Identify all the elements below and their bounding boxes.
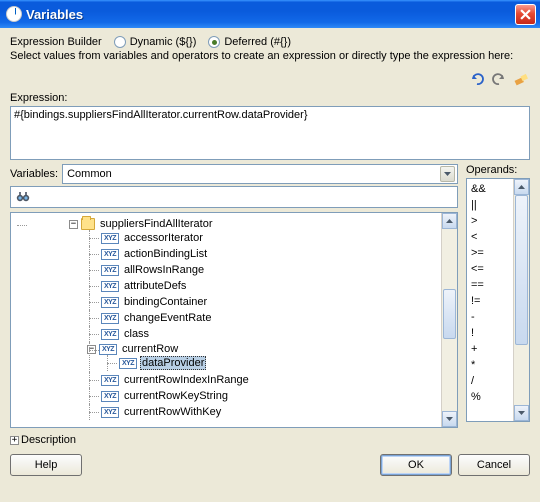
scroll-up-icon[interactable] bbox=[442, 213, 457, 229]
description-label: Description bbox=[21, 434, 76, 446]
variables-scope-combo[interactable]: Common bbox=[62, 164, 458, 184]
close-button[interactable] bbox=[515, 4, 536, 25]
tree-node[interactable]: XYZallRowsInRange bbox=[101, 262, 441, 278]
redo-icon bbox=[491, 72, 507, 86]
operand-item[interactable]: == bbox=[471, 277, 509, 293]
app-icon bbox=[6, 6, 22, 22]
tree-node-root[interactable]: − suppliersFindAllIterator XYZaccessorIt… bbox=[29, 217, 441, 421]
operands-label: Operands: bbox=[466, 164, 530, 176]
window-title: Variables bbox=[26, 7, 515, 22]
operand-item[interactable]: / bbox=[471, 373, 509, 389]
ok-button[interactable]: OK bbox=[380, 454, 452, 476]
expression-label: Expression: bbox=[10, 92, 530, 104]
tree-node-currentrow[interactable]: − XYZ currentRow XYZdataProvider bbox=[101, 342, 441, 372]
property-icon: XYZ bbox=[101, 233, 119, 244]
tree-node[interactable]: XYZattributeDefs bbox=[101, 278, 441, 294]
folder-icon bbox=[81, 218, 95, 230]
tree-scrollbar[interactable] bbox=[441, 213, 457, 427]
scroll-down-icon[interactable] bbox=[442, 411, 457, 427]
operand-item[interactable]: < bbox=[471, 229, 509, 245]
dynamic-radio-label: Dynamic (${}) bbox=[130, 36, 197, 48]
operand-item[interactable]: > bbox=[471, 213, 509, 229]
dynamic-radio[interactable] bbox=[114, 36, 126, 48]
title-bar: Variables bbox=[0, 0, 540, 28]
expression-builder-label: Expression Builder bbox=[10, 36, 102, 48]
operand-item[interactable]: <= bbox=[471, 261, 509, 277]
property-icon: XYZ bbox=[101, 329, 119, 340]
tree-label: suppliersFindAllIterator bbox=[98, 218, 215, 230]
operand-item[interactable]: + bbox=[471, 341, 509, 357]
clear-button[interactable] bbox=[512, 70, 530, 88]
property-icon: XYZ bbox=[101, 281, 119, 292]
cancel-button[interactable]: Cancel bbox=[458, 454, 530, 476]
builder-hint: Select values from variables and operato… bbox=[10, 50, 530, 62]
operand-item[interactable]: * bbox=[471, 357, 509, 373]
operand-item[interactable]: ! bbox=[471, 325, 509, 341]
operand-item[interactable]: && bbox=[471, 181, 509, 197]
tree-node[interactable]: XYZcurrentRowKeyString bbox=[101, 388, 441, 404]
variables-label: Variables: bbox=[10, 168, 58, 180]
operands-list[interactable]: && || > < >= <= == != - ! + * / % bbox=[466, 178, 530, 422]
help-button[interactable]: Help bbox=[10, 454, 82, 476]
tree-node[interactable]: XYZactionBindingList bbox=[101, 246, 441, 262]
property-icon: XYZ bbox=[101, 297, 119, 308]
property-icon: XYZ bbox=[101, 407, 119, 418]
property-icon: XYZ bbox=[101, 265, 119, 276]
property-icon: XYZ bbox=[119, 358, 137, 369]
close-icon bbox=[520, 9, 531, 20]
property-icon: XYZ bbox=[101, 375, 119, 386]
undo-icon bbox=[469, 72, 485, 86]
operands-scrollbar[interactable] bbox=[513, 179, 529, 421]
property-icon: XYZ bbox=[101, 391, 119, 402]
operand-item[interactable]: >= bbox=[471, 245, 509, 261]
property-icon: XYZ bbox=[101, 249, 119, 260]
scroll-down-icon[interactable] bbox=[514, 405, 529, 421]
operand-item[interactable]: - bbox=[471, 309, 509, 325]
tree-node[interactable]: XYZclass bbox=[101, 326, 441, 342]
tree-node[interactable]: XYZcurrentRowIndexInRange bbox=[101, 372, 441, 388]
redo-button[interactable] bbox=[490, 70, 508, 88]
tree-node[interactable]: XYZaccessorIterator bbox=[101, 230, 441, 246]
property-icon: XYZ bbox=[99, 344, 117, 355]
scroll-up-icon[interactable] bbox=[514, 179, 529, 195]
expand-icon: + bbox=[10, 436, 19, 445]
undo-button[interactable] bbox=[468, 70, 486, 88]
chevron-down-icon bbox=[440, 166, 455, 182]
operand-item[interactable]: || bbox=[471, 197, 509, 213]
binoculars-icon bbox=[15, 189, 31, 205]
description-toggle[interactable]: + Description bbox=[10, 434, 530, 446]
eraser-icon bbox=[513, 72, 529, 86]
tree-node[interactable]: XYZcurrentRowWithKey bbox=[101, 404, 441, 420]
operand-item[interactable]: != bbox=[471, 293, 509, 309]
property-icon: XYZ bbox=[101, 313, 119, 324]
deferred-radio[interactable] bbox=[208, 36, 220, 48]
collapse-icon[interactable]: − bbox=[69, 220, 78, 229]
tree-node[interactable]: XYZbindingContainer bbox=[101, 294, 441, 310]
expression-builder-row: Expression Builder Dynamic (${}) Deferre… bbox=[10, 36, 530, 48]
collapse-icon[interactable]: − bbox=[87, 345, 96, 354]
variable-search-input[interactable] bbox=[10, 186, 458, 208]
combo-value: Common bbox=[67, 168, 440, 180]
scroll-thumb[interactable] bbox=[443, 289, 456, 339]
deferred-radio-label: Deferred (#{}) bbox=[224, 36, 291, 48]
scroll-thumb[interactable] bbox=[515, 195, 528, 345]
tree-node[interactable]: XYZchangeEventRate bbox=[101, 310, 441, 326]
tree-node-dataprovider[interactable]: XYZdataProvider bbox=[119, 355, 441, 371]
expression-textarea[interactable]: #{bindings.suppliersFindAllIterator.curr… bbox=[10, 106, 530, 160]
variables-tree[interactable]: − suppliersFindAllIterator XYZaccessorIt… bbox=[10, 212, 458, 428]
operand-item[interactable]: % bbox=[471, 389, 509, 405]
